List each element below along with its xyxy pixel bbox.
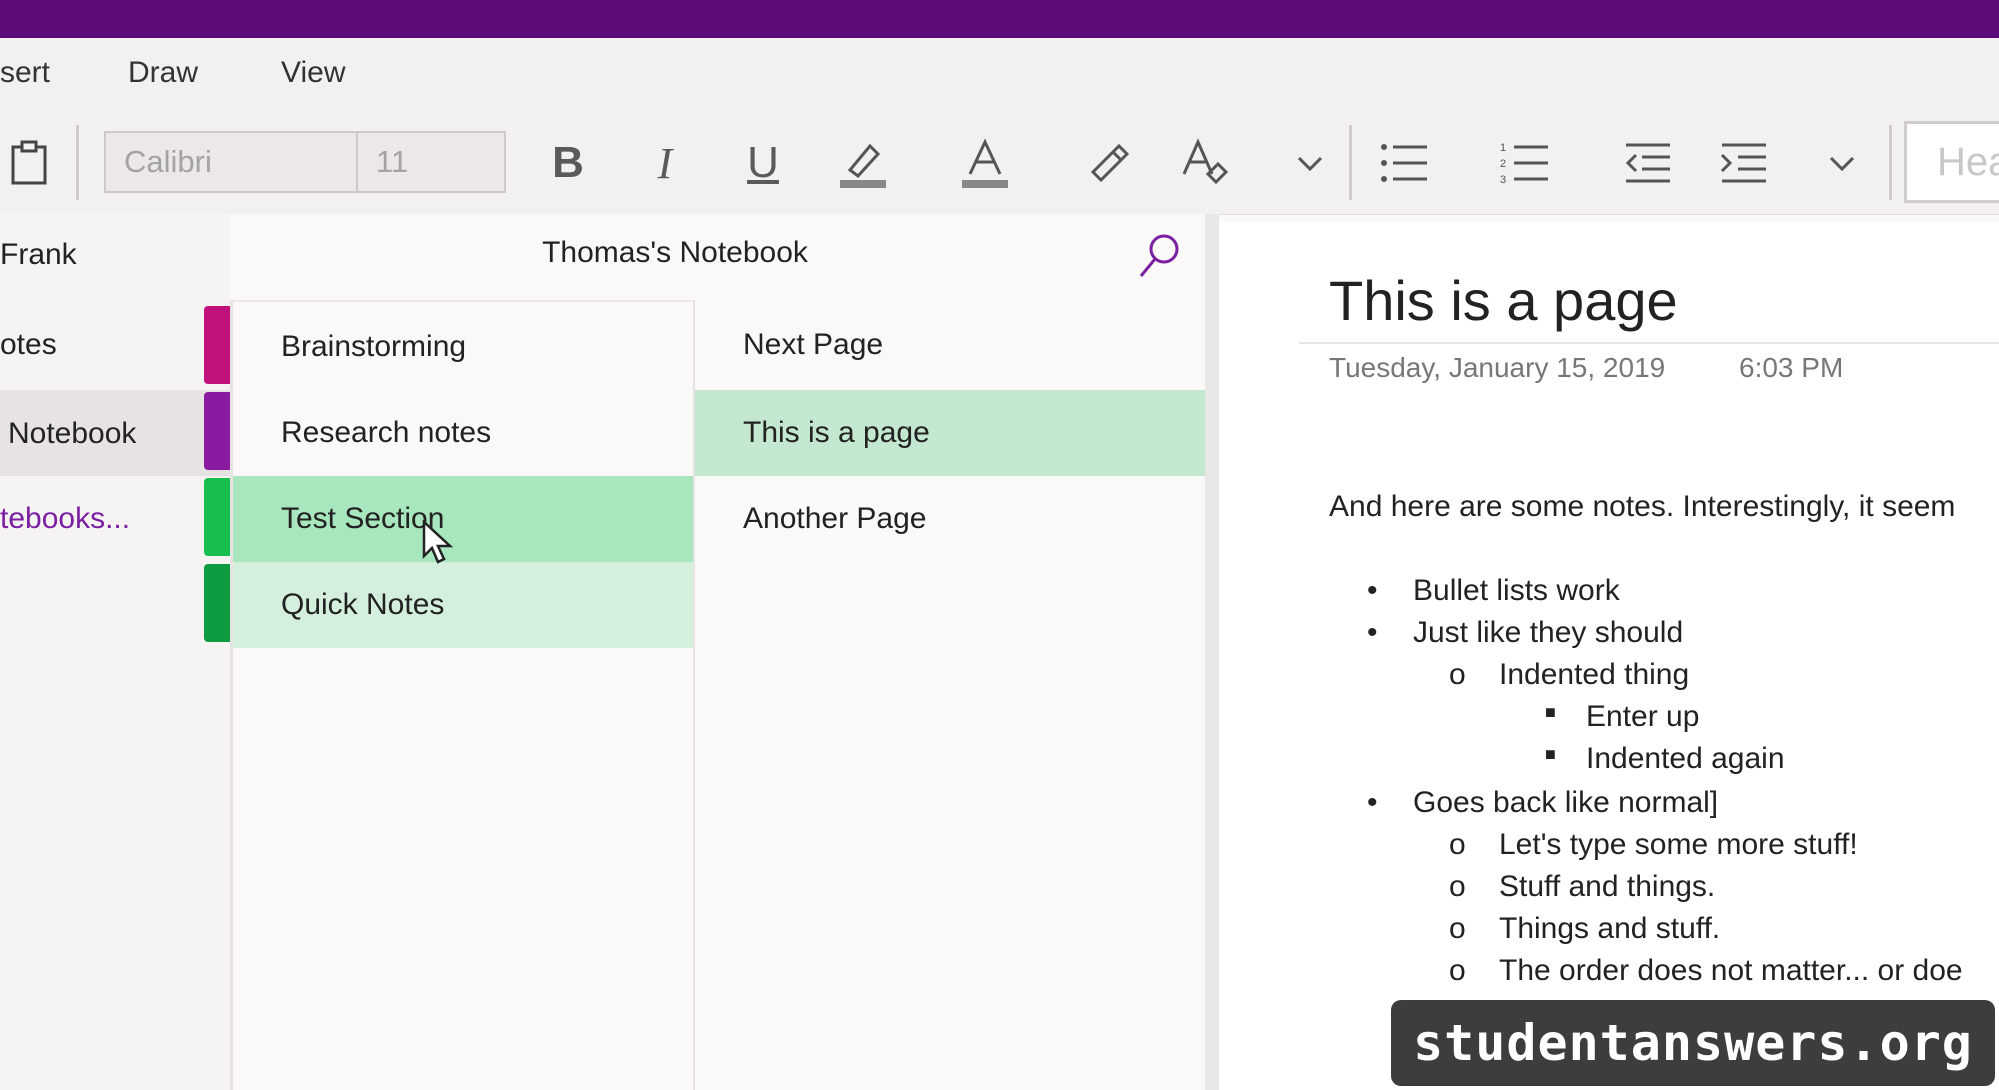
page-another-page[interactable]: Another Page [695, 476, 1205, 562]
section-label: Research notes [281, 416, 492, 449]
section-color-tab [204, 306, 230, 384]
list-item[interactable]: The order does not matter... or doe [1499, 954, 1963, 988]
list-item[interactable]: Let's type some more stuff! [1499, 828, 1858, 862]
bullet-marker: o [1449, 828, 1466, 861]
format-painter-icon[interactable] [1078, 128, 1138, 198]
section-color-tab [204, 564, 230, 642]
notebook-title: Thomas's Notebook [542, 236, 808, 269]
page-label: Another Page [743, 502, 927, 535]
section-label: Test Section [281, 502, 445, 535]
list-item[interactable]: Bullet lists work [1413, 574, 1620, 608]
page-time: 6:03 PM [1739, 352, 1844, 383]
page-label: This is a page [743, 416, 930, 449]
chevron-down-icon[interactable] [1817, 128, 1867, 198]
increase-indent-icon[interactable] [1715, 128, 1771, 198]
styles-gallery[interactable]: Hea [1904, 121, 1999, 203]
highlight-icon[interactable] [833, 128, 893, 198]
bold-icon[interactable]: B [538, 128, 598, 198]
section-research-notes[interactable]: Research notes [233, 390, 693, 476]
bullet-marker: • [1367, 786, 1378, 819]
bullet-marker: ■ [1545, 744, 1556, 764]
tab-draw[interactable]: Draw [128, 56, 198, 90]
section-brainstorming[interactable]: Brainstorming [233, 304, 693, 390]
list-item[interactable]: Enter up [1586, 700, 1699, 734]
tab-insert[interactable]: sert [0, 56, 50, 90]
svg-text:1: 1 [1500, 142, 1506, 154]
more-notebooks-link[interactable]: tebooks... [0, 502, 130, 536]
watermark: studentanswers.org [1391, 1000, 1995, 1086]
svg-text:3: 3 [1500, 174, 1506, 186]
toolbar-separator [1349, 125, 1352, 200]
page-title[interactable]: This is a page [1329, 268, 1678, 333]
bullet-marker: o [1449, 870, 1466, 903]
page-this-is-a-page[interactable]: This is a page [695, 390, 1205, 476]
section-color-tab [204, 392, 230, 470]
font-size-input[interactable]: 11 [356, 131, 506, 193]
svg-text:2: 2 [1500, 158, 1506, 170]
bullet-marker: o [1449, 954, 1466, 987]
chevron-down-icon[interactable] [1285, 128, 1335, 198]
page-canvas[interactable]: This is a page Tuesday, January 15, 2019… [1219, 222, 1999, 1090]
title-bar [0, 0, 1999, 38]
bullet-marker: • [1367, 574, 1378, 607]
list-item[interactable]: Indented again [1586, 742, 1785, 776]
decrease-indent-icon[interactable] [1619, 128, 1675, 198]
page-next-page[interactable]: Next Page [695, 302, 1205, 388]
search-icon[interactable] [1136, 232, 1182, 285]
list-item[interactable]: Things and stuff. [1499, 912, 1720, 946]
toolbar-separator [76, 125, 79, 200]
section-label: Brainstorming [281, 330, 467, 363]
clear-formatting-icon[interactable] [1175, 128, 1235, 198]
section-quick-notes[interactable]: Quick Notes [233, 562, 693, 648]
list-item[interactable]: Goes back like normal] [1413, 786, 1718, 820]
numbering-icon[interactable]: 1 2 3 [1497, 128, 1553, 198]
note-paragraph[interactable]: And here are some notes. Interestingly, … [1329, 490, 1955, 524]
mouse-cursor-icon [421, 519, 455, 571]
font-name-input[interactable]: Calibri [104, 131, 358, 193]
title-divider [1299, 342, 1999, 344]
notebook-item-frank[interactable]: Frank [0, 238, 77, 272]
bullet-marker: o [1449, 658, 1466, 691]
bullet-marker: • [1367, 616, 1378, 649]
list-item[interactable]: Just like they should [1413, 616, 1683, 650]
section-label: Quick Notes [281, 588, 445, 621]
list-item[interactable]: Indented thing [1499, 658, 1689, 692]
list-item[interactable]: Stuff and things. [1499, 870, 1715, 904]
pane-splitter[interactable] [1205, 214, 1219, 1090]
notebook-item-thomas[interactable]: Notebook [8, 417, 136, 451]
font-color-icon[interactable] [955, 128, 1015, 198]
section-color-tab [204, 478, 230, 556]
bullet-marker: ■ [1545, 702, 1556, 722]
underline-icon[interactable]: U [733, 128, 793, 198]
page-label: Next Page [743, 328, 884, 361]
tab-view[interactable]: View [281, 56, 345, 90]
paste-icon[interactable] [4, 128, 54, 198]
bullets-icon[interactable] [1376, 128, 1432, 198]
toolbar-separator [1889, 125, 1892, 200]
bullet-marker: o [1449, 912, 1466, 945]
section-test-section[interactable]: Test Section [233, 476, 693, 562]
page-date: Tuesday, January 15, 2019 [1329, 352, 1666, 383]
italic-icon[interactable]: I [635, 128, 695, 198]
notebook-item-notes[interactable]: otes [0, 328, 57, 362]
